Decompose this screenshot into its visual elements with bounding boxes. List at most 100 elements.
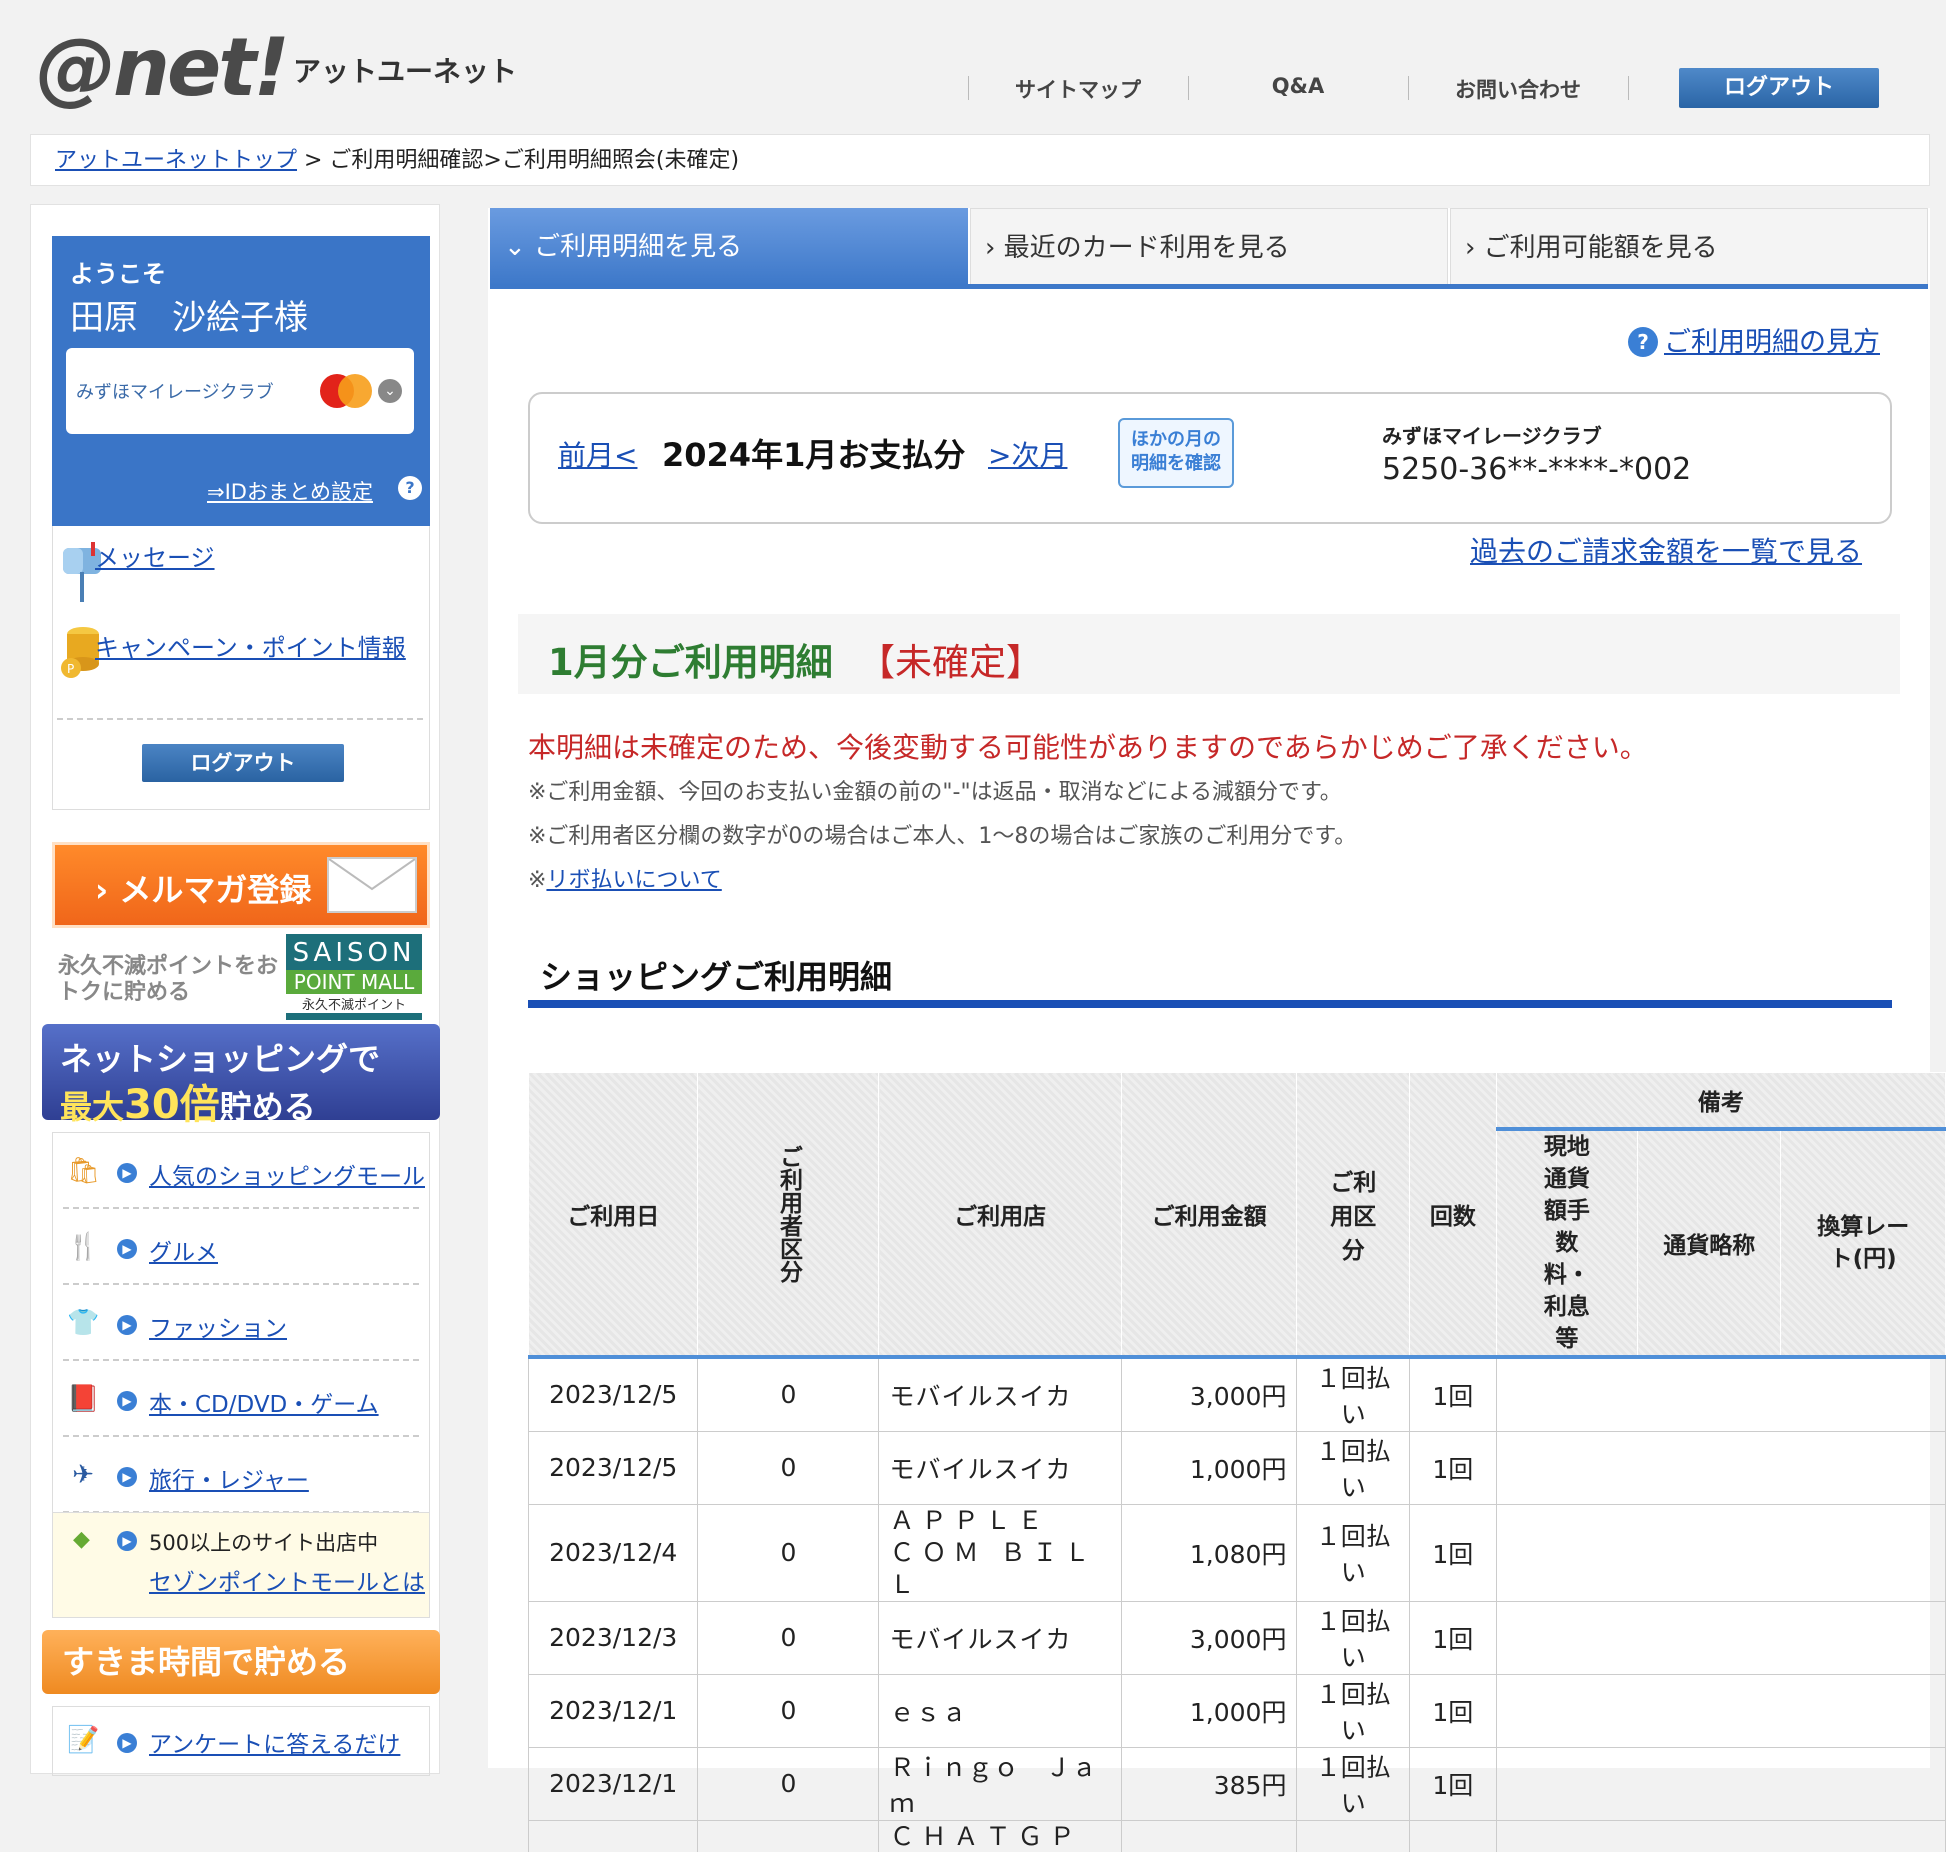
col-header-date: ご利用日 — [527, 1072, 699, 1359]
cell-user: 0 — [697, 1600, 880, 1675]
arrow-right-icon: ▶ — [117, 1531, 137, 1551]
header-link-contact[interactable]: お問い合わせ — [1418, 74, 1618, 104]
net-shopping-banner[interactable]: ネットショッピングで 最大30倍貯める — [42, 1024, 440, 1128]
card-number: 5250-36**-****-*002 — [1382, 452, 1692, 487]
month-heading: 1月分ご利用明細 【未確定】 — [518, 614, 1900, 694]
list-item[interactable]: 👕 ▶ ファッション — [53, 1285, 429, 1361]
howto-link[interactable]: ご利用明細の見方 — [1664, 327, 1880, 358]
shopping-category-list: 🛍 ▶ 人気のショッピングモール 🍴 ▶ グルメ 👕 ▶ ファッション 📕 ▶ … — [52, 1132, 430, 1532]
svg-text:P: P — [67, 662, 74, 676]
next-month-link[interactable]: >次月 — [988, 434, 1067, 474]
ribo-prefix: ※ — [528, 868, 547, 893]
header-link-qa[interactable]: Q&A — [1198, 74, 1398, 98]
category-link[interactable]: 本・CD/DVD・ゲーム — [149, 1385, 379, 1419]
col-header-rate: 換算レート(円) — [1780, 1128, 1946, 1359]
col-header-local: 現地通貨額手数料・利息等 — [1495, 1128, 1639, 1359]
site-logo[interactable]: @net! アットユーネット — [36, 28, 517, 108]
cell-date: 2023/12/1 — [527, 1673, 699, 1748]
card-name: みずほマイレージクラブ — [1382, 424, 1602, 448]
cell-type: １回払い — [1296, 1673, 1410, 1748]
cell-type: １回払い — [1296, 1746, 1410, 1821]
category-link[interactable]: グルメ — [149, 1233, 218, 1267]
netshop-pre: 最大 — [60, 1088, 125, 1126]
other-month-button[interactable]: ほかの月の 明細を確認 — [1118, 418, 1234, 488]
arrow-right-icon: ▶ — [117, 1163, 137, 1183]
list-item[interactable]: 📕 ▶ 本・CD/DVD・ゲーム — [53, 1361, 429, 1437]
cell-shop: ｅｓａ — [878, 1673, 1122, 1748]
prev-month-link[interactable]: 前月< — [558, 434, 637, 474]
mall-info-box: ◆ ▶ 500以上のサイト出店中 セゾンポイントモールとは — [52, 1512, 430, 1618]
cell-amount: 385円 — [1120, 1746, 1298, 1821]
chevron-down-icon[interactable]: ⌄ — [378, 379, 402, 403]
sukima-banner[interactable]: すきま時間で貯める — [42, 1630, 440, 1694]
col-header-type: ご利用区分 — [1296, 1072, 1410, 1359]
other-month-line1: ほかの月の — [1131, 429, 1221, 450]
welcome-label: ようこそ — [70, 260, 166, 288]
section-divider — [528, 998, 1892, 1008]
ribo-link[interactable]: リボ払いについて — [546, 868, 721, 893]
ribo-note: ※リボ払いについて — [528, 862, 722, 894]
cell-user: 0 — [697, 1356, 880, 1432]
enquete-link[interactable]: アンケートに答えるだけ — [149, 1725, 400, 1759]
breadcrumb-current: > ご利用明細確認>ご利用明細照会(未確定) — [297, 148, 740, 173]
cell-type: １回払い — [1296, 1819, 1410, 1852]
cell-amount: 3,000円 — [1120, 1356, 1298, 1432]
header-logout-button[interactable]: ログアウト — [1679, 68, 1879, 108]
campaign-link[interactable]: キャンペーン・ポイント情報 — [95, 628, 406, 663]
cell-count: 1回 — [1408, 1819, 1497, 1852]
shopping-bag-icon: 🛍 — [67, 1156, 101, 1186]
category-link[interactable]: 人気のショッピングモール — [149, 1157, 425, 1191]
tab-underline — [490, 284, 1928, 289]
table-row: 2023/12/5 0 モバイルスイカ 1,000円 １回払い 1回 — [527, 1430, 1946, 1505]
cell-note: 現地通貨額：20.00 円換算レート：12/01 150.9000 — [1495, 1819, 1946, 1852]
saison-logo-top: SAISON — [292, 938, 416, 968]
cell-date: 2023/12/3 — [527, 1600, 699, 1675]
howto-link-wrap[interactable]: ? ご利用明細の見方 — [1628, 320, 1880, 359]
cell-shop: Ｒｉｎｇｏ Ｊａｍ — [878, 1746, 1122, 1821]
tab-available-amount[interactable]: › ご利用可能額を見る — [1450, 208, 1928, 286]
table-row: 2023/12/1 0 ｅｓａ 1,000円 １回払い 1回 — [527, 1673, 1946, 1748]
sidebar-logout-button[interactable]: ログアウト — [142, 744, 344, 782]
cell-amount: 1,000円 — [1120, 1430, 1298, 1505]
col-header-amount: ご利用金額 — [1120, 1072, 1298, 1359]
message-link[interactable]: メッセージ — [95, 538, 215, 573]
tab-recent-usage[interactable]: › 最近のカード利用を見る — [970, 208, 1448, 286]
cell-date: 2023/12/5 — [527, 1356, 699, 1432]
saison-logo-bottom: 永久不滅ポイント — [286, 994, 422, 1013]
tab-statement[interactable]: ⌄ ご利用明細を見る — [490, 208, 968, 286]
arrow-right-icon: ▶ — [117, 1467, 137, 1487]
card-name: みずほマイレージクラブ — [76, 382, 274, 403]
id-setting-link[interactable]: ⇒IDおまとめ設定 — [207, 476, 373, 506]
tab-label: 最近のカード利用を見る — [1003, 233, 1290, 263]
mail-magazine-label: › メルマガ登録 — [95, 871, 312, 909]
saison-point-mall-logo[interactable]: SAISON POINT MALL 永久不滅ポイント — [286, 934, 422, 1020]
shirt-icon: 👕 — [67, 1308, 100, 1338]
airplane-icon: ✈ — [72, 1460, 94, 1490]
envelope-icon — [327, 857, 417, 913]
cell-amount: 1,000円 — [1120, 1673, 1298, 1748]
cell-user: 0 — [697, 1673, 880, 1748]
header-link-sitemap[interactable]: サイトマップ — [978, 74, 1178, 104]
arrow-right-icon: ▶ — [117, 1315, 137, 1335]
mall-about-link[interactable]: セゾンポイントモールとは — [149, 1563, 425, 1597]
cell-shop: モバイルスイカ — [878, 1430, 1122, 1505]
enquete-box: 📝 ▶ アンケートに答えるだけ — [52, 1706, 430, 1776]
month-status: 【未確定】 — [858, 641, 1043, 684]
category-link[interactable]: 旅行・レジャー — [149, 1461, 309, 1495]
cell-shop: ＡＰＰＬＥ ＣＯＭ ＢＩＬＬ — [878, 1503, 1122, 1602]
list-item[interactable]: ✈ ▶ 旅行・レジャー — [53, 1437, 429, 1513]
table-row: 2023/12/4 0 ＡＰＰＬＥ ＣＯＭ ＢＩＬＬ 1,080円 １回払い 1回 — [527, 1503, 1946, 1602]
cell-user: 0 — [697, 1503, 880, 1602]
cell-count: 1回 — [1408, 1673, 1497, 1748]
list-item[interactable]: 🍴 ▶ グルメ — [53, 1209, 429, 1285]
list-item[interactable]: 🛍 ▶ 人気のショッピングモール — [53, 1133, 429, 1209]
category-link[interactable]: ファッション — [149, 1309, 287, 1343]
past-billing-link[interactable]: 過去のご請求金額を一覧で見る — [1470, 530, 1862, 570]
mall-count-text: 500以上のサイト出店中 — [149, 1531, 379, 1555]
breadcrumb-home-link[interactable]: アットユーネットトップ — [55, 148, 297, 173]
help-icon[interactable]: ? — [398, 476, 422, 500]
cell-date: 2023/12/5 — [527, 1430, 699, 1505]
tab-label: ご利用明細を見る — [534, 232, 743, 262]
mail-magazine-banner[interactable]: › メルマガ登録 — [52, 842, 430, 928]
cell-note — [1495, 1430, 1946, 1505]
